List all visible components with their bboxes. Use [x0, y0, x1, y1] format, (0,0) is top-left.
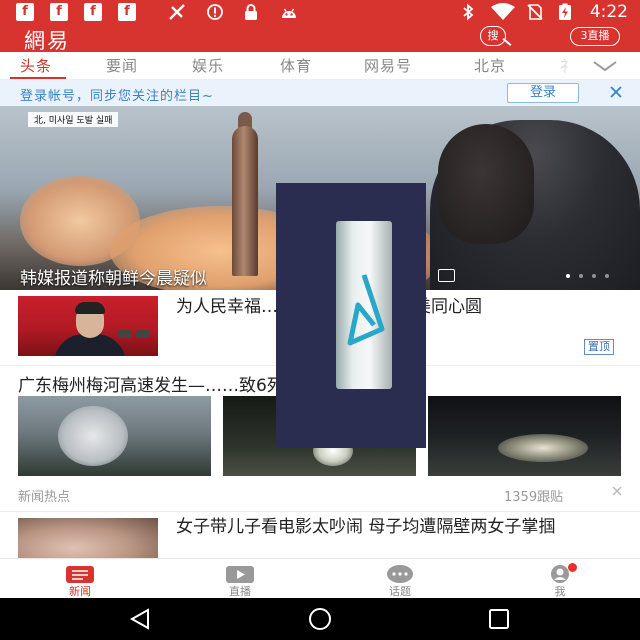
facebook-icon: f — [50, 3, 68, 21]
tab-beijing[interactable]: 北京 — [474, 55, 506, 76]
back-icon[interactable] — [128, 608, 152, 630]
hero-caption-tag: 北, 미사일 도발 실패 — [28, 112, 119, 127]
system-navigation-bar — [0, 598, 640, 640]
tab-headlines[interactable]: 头条 — [20, 55, 52, 76]
nav-label: 直播 — [229, 585, 251, 598]
channel-tabs: 头条 要闻 娱乐 体育 网易号 北京 礻 — [0, 52, 640, 80]
alert-icon — [207, 4, 223, 20]
login-button[interactable]: 登录 — [507, 83, 579, 103]
hero-image — [232, 126, 258, 276]
carousel-dot — [579, 274, 583, 278]
chevron-down-icon[interactable] — [590, 56, 620, 76]
active-tab-indicator — [10, 77, 66, 79]
facebook-icon: f — [118, 3, 136, 21]
chat-bubble-icon — [387, 565, 413, 583]
android-icon — [282, 8, 296, 18]
tab-netease-accounts[interactable]: 网易号 — [364, 55, 412, 76]
tab-entertainment[interactable]: 娱乐 — [192, 55, 224, 76]
search-label: 搜 — [480, 26, 506, 46]
article-image — [428, 396, 621, 476]
live-play-icon — [226, 566, 254, 583]
hero-image — [438, 124, 534, 244]
nav-topics[interactable]: 话题 — [360, 559, 440, 599]
close-icon[interactable] — [608, 83, 624, 101]
carousel-dot — [566, 274, 570, 278]
notification-badge — [568, 563, 577, 572]
pinned-badge: 置顶 — [584, 339, 614, 355]
bluetooth-icon — [463, 3, 474, 21]
carousel-dot — [592, 274, 596, 278]
article-thumbnail — [18, 518, 158, 558]
battery-charging-icon — [559, 3, 571, 20]
recents-icon[interactable] — [488, 608, 510, 630]
search-button[interactable]: 搜 — [478, 26, 516, 48]
app-header: f f f f 4:22 網易 搜 3直播 — [0, 0, 640, 53]
article-title: 女子带儿子看电影太吵闹 母子均遭隔壁两女子掌掴 — [176, 517, 556, 537]
comment-count: 1359跟贴 — [504, 490, 564, 505]
dismiss-icon[interactable] — [610, 484, 624, 498]
no-sim-icon — [527, 4, 543, 20]
article-image — [18, 396, 211, 476]
signal-off-icon — [169, 4, 185, 20]
status-bar: f f f f 4:22 — [0, 0, 640, 24]
image-icon — [438, 269, 455, 282]
tab-sports[interactable]: 体育 — [280, 55, 312, 76]
news-icon — [66, 566, 94, 583]
login-banner-text: 登录帐号，同步您关注的栏目~ — [20, 89, 214, 104]
app-logo-icon — [347, 274, 385, 346]
carousel-dot — [605, 274, 609, 278]
login-banner: 登录帐号，同步您关注的栏目~ 登录 — [0, 80, 640, 106]
floating-overlay[interactable] — [276, 183, 426, 448]
home-icon[interactable] — [307, 607, 333, 631]
bottom-navigation: 新闻 直播 话题 我 — [0, 558, 640, 598]
app-logo: 網易 — [24, 29, 70, 53]
live-button[interactable]: 3直播 — [570, 27, 620, 46]
facebook-icon: f — [84, 3, 102, 21]
list-item[interactable]: 女子带儿子看电影太吵闹 母子均遭隔壁两女子掌掴 — [0, 512, 640, 558]
overlay-card — [336, 221, 392, 389]
carousel-dots — [566, 274, 616, 280]
tab-news[interactable]: 要闻 — [106, 55, 138, 76]
nav-me[interactable]: 我 — [520, 559, 600, 599]
hero-title[interactable]: 韩媒报道称朝鲜今晨疑似 — [20, 264, 207, 289]
nav-live[interactable]: 直播 — [200, 559, 280, 599]
article-title: 广东梅州梅河高速发生—……致6死3伤 — [18, 376, 312, 396]
nav-label: 新闻 — [69, 585, 91, 598]
nav-label: 话题 — [389, 585, 411, 598]
nav-label: 我 — [554, 585, 566, 598]
article-thumbnail — [18, 296, 158, 356]
lock-icon — [245, 4, 257, 20]
facebook-icon: f — [16, 3, 34, 21]
tabs-fade — [540, 52, 590, 79]
clock: 4:22 — [589, 2, 628, 22]
nav-news[interactable]: 新闻 — [40, 559, 120, 599]
wifi-icon — [491, 3, 515, 20]
article-source: 新闻热点 — [18, 490, 71, 505]
